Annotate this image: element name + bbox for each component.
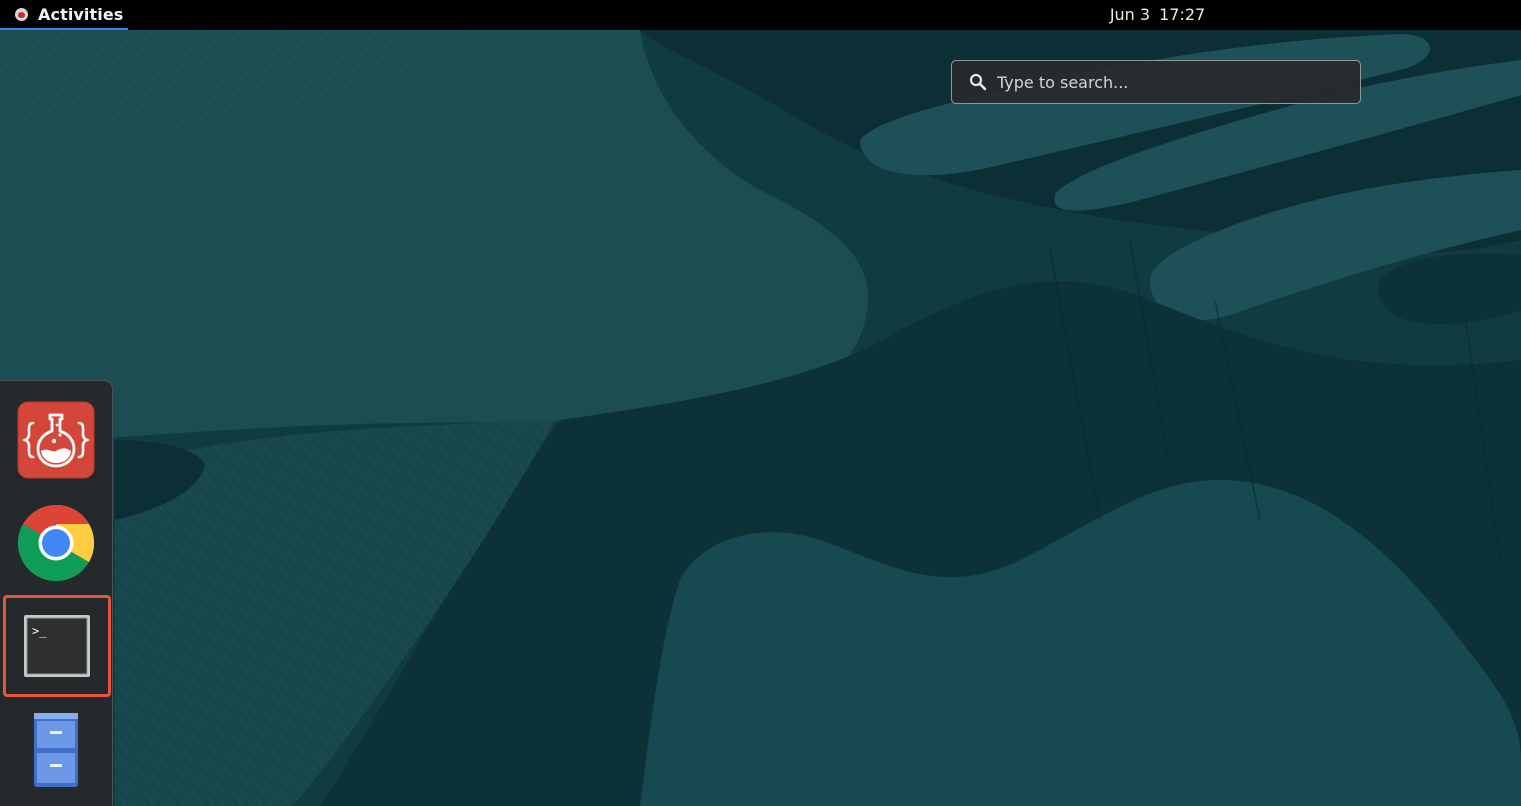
dash-item-terminal[interactable]: >_ — [3, 595, 111, 697]
svg-text:>_: >_ — [32, 624, 47, 638]
activities-label: Activities — [38, 4, 124, 24]
dash: >_ — [0, 380, 113, 806]
activities-button[interactable]: Activities — [0, 0, 128, 30]
search-box[interactable] — [951, 60, 1361, 104]
search-input[interactable] — [997, 72, 1337, 92]
flask-icon — [17, 401, 95, 479]
time-label: 17:27 — [1159, 5, 1206, 24]
terminal-icon: >_ — [24, 615, 90, 677]
desktop-overview: Activities Jun 3 17:27 Type to search...… — [0, 0, 1521, 806]
dash-item-google-chrome[interactable] — [10, 497, 102, 589]
wallpaper — [0, 0, 1521, 806]
top-bar: Activities Jun 3 17:27 — [0, 0, 1521, 30]
search-icon — [969, 73, 987, 91]
date-time-menu[interactable]: Jun 3 17:27 — [1095, 0, 1220, 30]
file-cabinet-icon — [34, 713, 78, 787]
chrome-icon — [17, 504, 95, 582]
distro-logo-icon — [15, 7, 28, 21]
dash-item-files[interactable] — [10, 704, 102, 796]
date-label: Jun 3 — [1109, 5, 1151, 24]
dash-item-scratch-app[interactable] — [10, 394, 102, 486]
